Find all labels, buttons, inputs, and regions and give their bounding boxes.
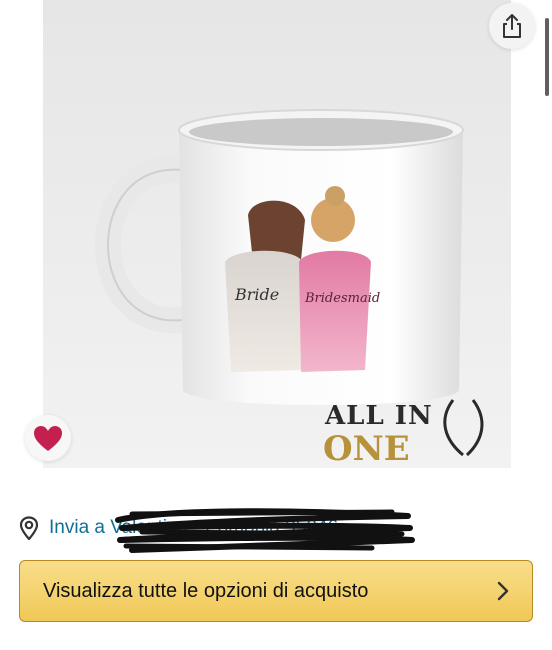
- svg-text:Bride: Bride: [234, 285, 279, 304]
- location-pin-icon: [19, 516, 39, 540]
- svg-text:ONE: ONE: [323, 429, 410, 468]
- favorite-button[interactable]: [25, 415, 71, 461]
- chevron-right-icon: [497, 581, 509, 601]
- redaction-scribble: [115, 508, 415, 553]
- product-image[interactable]: Bride Bridesmaid ALL IN ONE: [43, 0, 511, 468]
- heart-icon: [34, 425, 62, 451]
- view-buying-options-button[interactable]: Visualizza tutte le opzioni di acquisto: [19, 560, 533, 622]
- scrollbar[interactable]: [545, 18, 549, 96]
- buy-options-label: Visualizza tutte le opzioni di acquisto: [43, 579, 369, 602]
- share-icon: [503, 14, 521, 38]
- svg-text:ALL IN: ALL IN: [324, 401, 433, 431]
- share-button[interactable]: [489, 3, 535, 49]
- svg-text:Bridesmaid: Bridesmaid: [304, 291, 380, 306]
